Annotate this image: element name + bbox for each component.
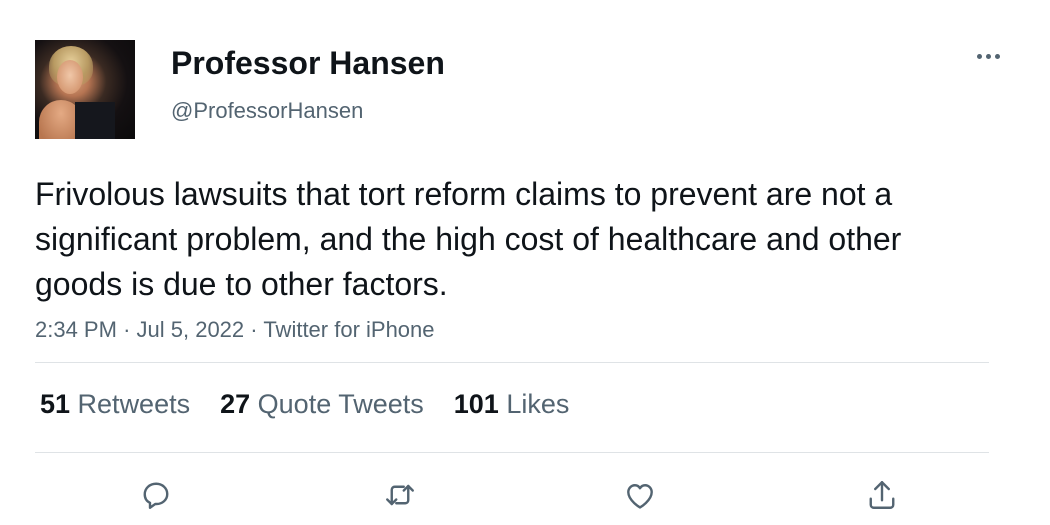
tweet-stats: 51 Retweets 27 Quote Tweets 101 Likes (40, 386, 599, 422)
reply-icon (143, 482, 169, 509)
likes-stat[interactable]: 101 Likes (454, 386, 570, 422)
tweet-time[interactable]: 2:34 PM (35, 317, 117, 342)
heart-icon (627, 484, 653, 509)
retweet-button[interactable] (380, 475, 420, 515)
tweet-text: Frivolous lawsuits that tort reform clai… (35, 176, 902, 302)
more-horizontal-icon[interactable] (968, 44, 1008, 68)
action-bar (0, 475, 1050, 515)
more-dot (994, 53, 1000, 59)
share-icon (869, 481, 895, 509)
quote-tweets-count: 27 (220, 389, 258, 419)
likes-label: Likes (506, 389, 570, 419)
retweets-stat[interactable]: 51 Retweets (40, 386, 190, 422)
avatar-clothing (75, 102, 115, 139)
like-button[interactable] (620, 475, 660, 515)
tweet-source[interactable]: Twitter for iPhone (263, 317, 434, 342)
reply-button[interactable] (136, 475, 176, 515)
avatar[interactable] (35, 40, 135, 139)
tweet-meta: 2:34 PM · Jul 5, 2022 · Twitter for iPho… (35, 316, 435, 344)
divider (35, 452, 989, 453)
tweet-date[interactable]: Jul 5, 2022 (137, 317, 245, 342)
more-dot (985, 53, 991, 59)
quote-tweets-label: Quote Tweets (257, 389, 424, 419)
retweet-icon (386, 484, 414, 506)
share-button[interactable] (862, 475, 902, 515)
quote-tweets-stat[interactable]: 27 Quote Tweets (220, 386, 424, 422)
retweets-count: 51 (40, 389, 78, 419)
user-handle[interactable]: @ProfessorHansen (171, 97, 363, 125)
meta-separator: · (250, 317, 264, 342)
meta-separator: · (123, 317, 137, 342)
retweets-label: Retweets (77, 389, 191, 419)
likes-count: 101 (453, 389, 507, 419)
divider (35, 362, 989, 363)
display-name[interactable]: Professor Hansen (171, 43, 445, 83)
avatar-face (57, 60, 83, 94)
more-dot (976, 53, 982, 59)
